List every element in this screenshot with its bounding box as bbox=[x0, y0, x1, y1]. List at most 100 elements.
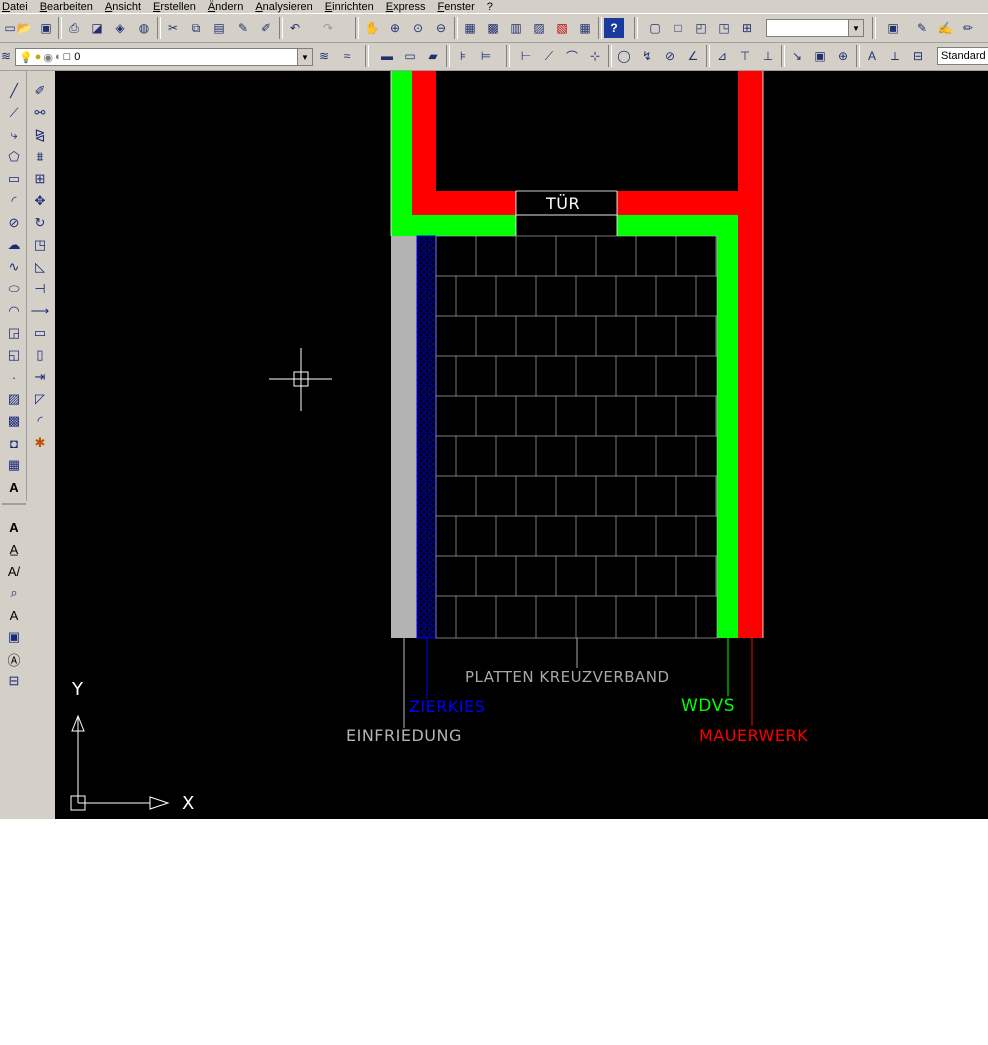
center-mark-icon[interactable]: ⊥ bbox=[758, 46, 778, 66]
view-scale-combo[interactable]: ▼ bbox=[766, 19, 864, 37]
sheet-set-icon[interactable]: ▨ bbox=[529, 18, 549, 38]
wdvs-insulation[interactable] bbox=[391, 71, 738, 638]
viewport-icon[interactable]: ▢ bbox=[645, 18, 665, 38]
plot-preview-icon[interactable]: ◪ bbox=[87, 18, 107, 38]
copy-icon[interactable]: ⧉ bbox=[186, 18, 206, 38]
platten-kreuzverband[interactable] bbox=[435, 235, 718, 639]
break-at-point-icon[interactable]: ▭ bbox=[30, 323, 50, 343]
revision-cloud-icon[interactable]: ☁ bbox=[4, 235, 24, 255]
scale-object-icon[interactable]: ◳ bbox=[30, 235, 50, 255]
mirror-icon[interactable]: ⧎ bbox=[30, 125, 50, 145]
chevron-down-icon[interactable]: ▼ bbox=[297, 49, 312, 65]
single-viewport-icon[interactable]: □ bbox=[668, 18, 688, 38]
copy-object-icon[interactable]: ⚯ bbox=[30, 103, 50, 123]
block-editor-icon[interactable]: ✐ bbox=[256, 18, 276, 38]
convert-space-icon[interactable]: ⊟ bbox=[4, 671, 24, 691]
dim-aligned-angle-icon[interactable]: ⟋ bbox=[539, 46, 559, 66]
dim-baseline-icon[interactable]: ⊧ bbox=[453, 46, 473, 66]
menu-erstellen[interactable]: Erstellen bbox=[153, 1, 196, 13]
fillet-icon[interactable]: ◜ bbox=[30, 411, 50, 431]
layer-previous-icon[interactable]: ≈ bbox=[337, 46, 357, 66]
edit-text-icon[interactable]: A/ bbox=[4, 561, 24, 581]
rotate-icon[interactable]: ↻ bbox=[30, 213, 50, 233]
arc-icon[interactable]: ◜ bbox=[4, 191, 24, 211]
multiline-text-icon[interactable]: A bbox=[4, 477, 24, 497]
point-icon[interactable]: · bbox=[4, 367, 24, 387]
quick-leader-icon[interactable]: ⊿ bbox=[712, 46, 732, 66]
publish-icon[interactable]: ◈ bbox=[110, 18, 130, 38]
dim-style-icon[interactable]: ⟂ bbox=[885, 46, 905, 66]
find-replace-icon[interactable]: ⌕ bbox=[4, 583, 24, 603]
move-icon[interactable]: ✥ bbox=[30, 191, 50, 211]
draw-order-icon[interactable]: ▣ bbox=[883, 18, 903, 38]
extend-icon[interactable]: ⟶ bbox=[30, 301, 50, 321]
text-style-combo[interactable]: Standard bbox=[937, 47, 988, 65]
dim-ordinate-icon[interactable]: ⊹ bbox=[585, 46, 605, 66]
redo-icon[interactable]: ↷ bbox=[318, 18, 338, 38]
edit-icon[interactable]: ✎ bbox=[912, 18, 932, 38]
offset-icon[interactable]: ⩩ bbox=[30, 147, 50, 167]
menu-ansicht[interactable]: Ansicht bbox=[105, 1, 141, 13]
zoom-realtime-icon[interactable]: ⊕ bbox=[385, 18, 405, 38]
menu-express[interactable]: Express bbox=[386, 1, 426, 13]
calculator-icon[interactable]: ▦ bbox=[575, 18, 595, 38]
dim-style-manager-icon[interactable]: ⊟ bbox=[908, 46, 928, 66]
dim-diameter-icon[interactable]: ⊘ bbox=[660, 46, 680, 66]
dim-horizontal-icon[interactable]: ⊢ bbox=[516, 46, 536, 66]
layer-manager-icon[interactable]: ≋ bbox=[0, 46, 16, 66]
cut-icon[interactable]: ✂ bbox=[163, 18, 183, 38]
menu-analysieren[interactable]: Analysieren bbox=[255, 1, 312, 13]
save-icon[interactable]: ▣ bbox=[36, 18, 56, 38]
spline-icon[interactable]: ∿ bbox=[4, 257, 24, 277]
table-icon[interactable]: ▦ bbox=[4, 455, 24, 475]
polyline-icon[interactable]: ⤷ bbox=[4, 125, 24, 145]
ellipse-arc-icon[interactable]: ◠ bbox=[4, 301, 24, 321]
paste-icon[interactable]: ▤ bbox=[209, 18, 229, 38]
erase-icon[interactable]: ✐ bbox=[30, 81, 50, 101]
markup-icon[interactable]: ▧ bbox=[552, 18, 572, 38]
dim-arc-icon[interactable]: ⌒ bbox=[562, 46, 582, 66]
text-icon[interactable]: A bbox=[862, 46, 882, 66]
make-block-icon[interactable]: ◱ bbox=[4, 345, 24, 365]
menu-datei[interactable]: Datei bbox=[2, 1, 28, 13]
tolerance-icon[interactable]: ⊤ bbox=[735, 46, 755, 66]
text-tool-icon[interactable]: A bbox=[4, 517, 24, 537]
dim-radius-icon[interactable]: ◯ bbox=[614, 46, 634, 66]
scale-icon[interactable]: ◳ bbox=[714, 18, 734, 38]
dim-continue-icon[interactable]: ⊨ bbox=[476, 46, 496, 66]
dim-update-icon[interactable]: ⊕ bbox=[833, 46, 853, 66]
dim-edit-icon[interactable]: ↘ bbox=[787, 46, 807, 66]
zoom-previous-icon[interactable]: ⊖ bbox=[431, 18, 451, 38]
ellipse-icon[interactable]: ⬭ bbox=[4, 279, 24, 299]
gradient-icon[interactable]: ▩ bbox=[4, 411, 24, 431]
menu-aendern[interactable]: Ändern bbox=[208, 1, 243, 13]
undo-icon[interactable]: ↶ bbox=[285, 18, 305, 38]
justify-text-icon[interactable]: Ⓐ bbox=[4, 649, 24, 669]
hatch-icon[interactable]: ▨ bbox=[4, 389, 24, 409]
pencil-icon[interactable]: ✏ bbox=[958, 18, 978, 38]
pen-icon[interactable]: ✍ bbox=[935, 18, 955, 38]
menu-bearbeiten[interactable]: Bearbeiten bbox=[40, 1, 93, 13]
insert-block-icon[interactable]: ◲ bbox=[4, 323, 24, 343]
single-line-text-icon[interactable]: A̲ bbox=[4, 539, 24, 559]
array-icon[interactable]: ⊞ bbox=[30, 169, 50, 189]
scale-text-icon[interactable]: ▣ bbox=[4, 627, 24, 647]
dim-text-edit-icon[interactable]: ▣ bbox=[810, 46, 830, 66]
stretch-icon[interactable]: ◺ bbox=[30, 257, 50, 277]
break-icon[interactable]: ▯ bbox=[30, 345, 50, 365]
dim-angular-icon[interactable]: ∠ bbox=[683, 46, 703, 66]
tool-palettes-icon[interactable]: ▥ bbox=[506, 18, 526, 38]
properties-icon[interactable]: ▦ bbox=[460, 18, 480, 38]
menu-fenster[interactable]: Fenster bbox=[437, 1, 474, 13]
einfriedung-fence[interactable] bbox=[391, 236, 417, 638]
trim-icon[interactable]: ⊣ bbox=[30, 279, 50, 299]
explode-icon[interactable]: ✱ bbox=[30, 433, 50, 453]
region-icon[interactable]: ◘ bbox=[4, 433, 24, 453]
dim-jogged-icon[interactable]: ↯ bbox=[637, 46, 657, 66]
match-properties-icon[interactable]: ✎ bbox=[233, 18, 253, 38]
help-icon[interactable]: ? bbox=[604, 18, 624, 38]
layout-icon[interactable]: ⊞ bbox=[737, 18, 757, 38]
quick-dimension-icon[interactable]: ▬ bbox=[377, 46, 397, 66]
design-center-icon[interactable]: ▩ bbox=[483, 18, 503, 38]
circle-icon[interactable]: ⊘ bbox=[4, 213, 24, 233]
